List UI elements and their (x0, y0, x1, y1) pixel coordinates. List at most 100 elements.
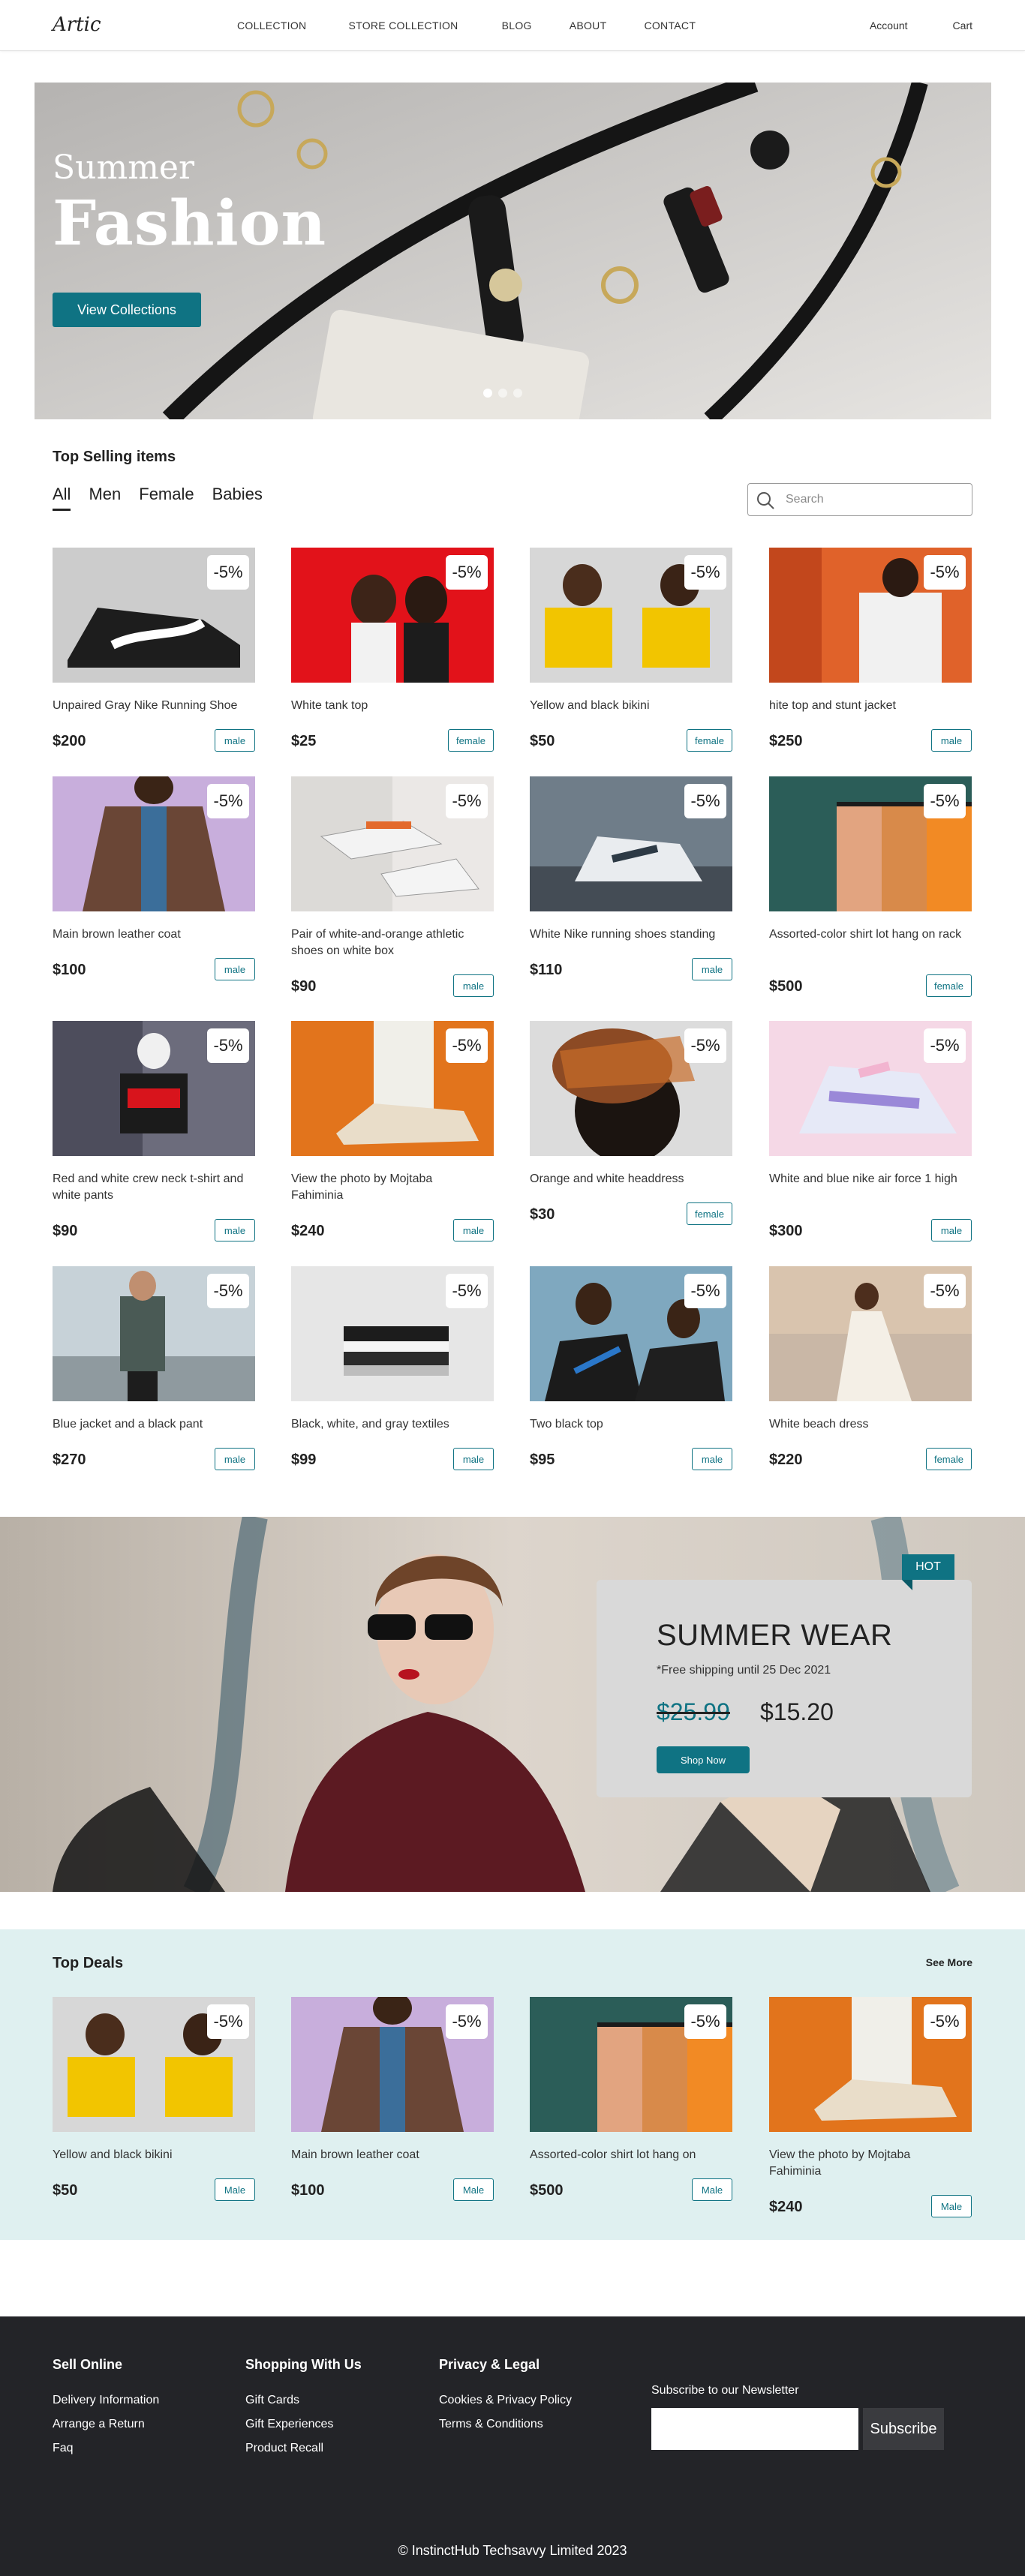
nav-link-about[interactable]: ABOUT (570, 20, 607, 32)
product-card[interactable]: -5% Yellow and black bikini $50 Male (53, 1997, 255, 2201)
product-card[interactable]: -5% Pair of white-and-orange athletic sho… (291, 776, 494, 997)
footer-link-gift-experiences[interactable]: Gift Experiences (245, 2418, 362, 2431)
gender-tag[interactable]: Male (692, 2178, 732, 2201)
product-card[interactable]: -5% Yellow and black bikini $50 female (530, 548, 732, 752)
product-image[interactable]: -5% (530, 1997, 732, 2132)
gender-tag[interactable]: Male (453, 2178, 494, 2201)
product-image[interactable]: -5% (53, 776, 255, 911)
product-name[interactable]: Yellow and black bikini (530, 698, 726, 714)
product-image[interactable]: -5% (53, 1266, 255, 1401)
product-image[interactable]: -5% (769, 1266, 972, 1401)
product-card[interactable]: -5% Main brown leather coat $100 male (53, 776, 255, 980)
product-image[interactable]: -5% (769, 776, 972, 911)
product-name[interactable]: Two black top (530, 1416, 726, 1433)
product-name[interactable]: Blue jacket and a black pant (53, 1416, 249, 1433)
product-card[interactable]: -5% White and blue nike air force 1 high $… (769, 1021, 972, 1241)
gender-tag[interactable]: male (215, 729, 255, 752)
product-image[interactable]: -5% (769, 1997, 972, 2132)
gender-tag[interactable]: male (931, 1219, 972, 1241)
nav-link-collection[interactable]: COLLECTION (237, 20, 306, 32)
tab-men[interactable]: Men (89, 485, 121, 511)
product-card[interactable]: -5% Assorted-color shirt lot hang on rack… (769, 776, 972, 997)
account-link[interactable]: Account (870, 20, 908, 32)
product-image[interactable]: -5% (53, 1997, 255, 2132)
product-image[interactable]: -5% (53, 1021, 255, 1156)
product-name[interactable]: Yellow and black bikini (53, 2147, 249, 2163)
footer-link-gift-cards[interactable]: Gift Cards (245, 2394, 362, 2407)
newsletter-email-field[interactable] (651, 2408, 858, 2450)
product-image[interactable]: -5% (530, 548, 732, 683)
product-card[interactable]: -5% Main brown leather coat $100 Male (291, 1997, 494, 2201)
gender-tag[interactable]: Male (215, 2178, 255, 2201)
product-name[interactable]: Unpaired Gray Nike Running Shoe (53, 698, 249, 714)
footer-link-faq[interactable]: Faq (53, 2442, 159, 2455)
gender-tag[interactable]: male (692, 958, 732, 980)
product-card[interactable]: -5% Assorted-color shirt lot hang on $500 M… (530, 1997, 732, 2201)
product-name[interactable]: Assorted-color shirt lot hang on rack (769, 926, 966, 943)
footer-link-cookies[interactable]: Cookies & Privacy Policy (439, 2394, 572, 2407)
product-name[interactable]: Assorted-color shirt lot hang on (530, 2147, 726, 2163)
product-name[interactable]: hite top and stunt jacket (769, 698, 966, 714)
carousel-dot-1[interactable] (483, 389, 492, 398)
product-name[interactable]: White and blue nike air force 1 high (769, 1171, 966, 1187)
gender-tag[interactable]: male (215, 1448, 255, 1470)
footer-link-product-recall[interactable]: Product Recall (245, 2442, 362, 2455)
gender-tag[interactable]: female (925, 974, 972, 997)
product-card[interactable]: -5% hite top and stunt jacket $250 male (769, 548, 972, 752)
product-card[interactable]: -5% White tank top $25 female (291, 548, 494, 752)
gender-tag[interactable]: male (453, 974, 494, 997)
product-image[interactable]: -5% (769, 548, 972, 683)
product-card[interactable]: -5% Two black top $95 male (530, 1266, 732, 1470)
gender-tag[interactable]: Male (931, 2195, 972, 2217)
product-card[interactable]: -5% Orange and white headdress $30 female (530, 1021, 732, 1225)
gender-tag[interactable]: male (453, 1448, 494, 1470)
gender-tag[interactable]: female (925, 1448, 972, 1470)
see-more-link[interactable]: See More (926, 1956, 972, 1968)
shop-now-button[interactable]: Shop Now (657, 1746, 750, 1773)
footer-link-return[interactable]: Arrange a Return (53, 2418, 159, 2431)
subscribe-button[interactable]: Subscribe (863, 2408, 944, 2450)
product-card[interactable]: -5% View the photo by Mojtaba Fahiminia $2… (291, 1021, 494, 1241)
product-image[interactable]: -5% (291, 776, 494, 911)
tab-female[interactable]: Female (139, 485, 194, 511)
product-name[interactable]: Main brown leather coat (291, 2147, 488, 2163)
product-card[interactable]: -5% Blue jacket and a black pant $270 male (53, 1266, 255, 1470)
logo[interactable]: Artic (53, 14, 101, 36)
gender-tag[interactable]: male (692, 1448, 732, 1470)
tab-babies[interactable]: Babies (212, 485, 263, 511)
product-card[interactable]: -5% White Nike running shoes standing $110… (530, 776, 732, 980)
product-name[interactable]: Main brown leather coat (53, 926, 249, 943)
gender-tag[interactable]: male (215, 958, 255, 980)
product-image[interactable]: -5% (291, 1266, 494, 1401)
search-input[interactable] (786, 490, 963, 509)
product-name[interactable]: View the photo by Mojtaba Fahiminia (769, 2147, 966, 2180)
search-icon[interactable] (756, 491, 775, 510)
product-name[interactable]: Black, white, and gray textiles (291, 1416, 488, 1433)
gender-tag[interactable]: male (453, 1219, 494, 1241)
gender-tag[interactable]: male (931, 729, 972, 752)
view-collections-button[interactable]: View Collections (53, 293, 201, 327)
product-image[interactable]: -5% (530, 1021, 732, 1156)
carousel-dot-2[interactable] (498, 389, 507, 398)
product-image[interactable]: -5% (291, 548, 494, 683)
product-name[interactable]: Orange and white headdress (530, 1171, 726, 1187)
gender-tag[interactable]: male (215, 1219, 255, 1241)
product-name[interactable]: White beach dress (769, 1416, 966, 1433)
product-card[interactable]: -5% View the photo by Mojtaba Fahiminia $2… (769, 1997, 972, 2217)
footer-link-terms[interactable]: Terms & Conditions (439, 2418, 572, 2431)
product-card[interactable]: -5% Red and white crew neck t-shirt and w… (53, 1021, 255, 1241)
product-card[interactable]: -5% Black, white, and gray textiles $99 mal… (291, 1266, 494, 1470)
product-card[interactable]: -5% Unpaired Gray Nike Running Shoe $200 ma… (53, 548, 255, 752)
footer-link-delivery[interactable]: Delivery Information (53, 2394, 159, 2407)
nav-link-contact[interactable]: CONTACT (644, 20, 696, 32)
gender-tag[interactable]: female (686, 729, 732, 752)
nav-link-blog[interactable]: BLOG (502, 20, 532, 32)
product-card[interactable]: -5% White beach dress $220 female (769, 1266, 972, 1470)
product-name[interactable]: Red and white crew neck t-shirt and whit… (53, 1171, 249, 1204)
tab-all[interactable]: All (53, 485, 71, 511)
product-image[interactable]: -5% (53, 548, 255, 683)
carousel-dot-3[interactable] (513, 389, 522, 398)
gender-tag[interactable]: female (686, 1202, 732, 1225)
cart-link[interactable]: Cart (953, 20, 972, 32)
product-image[interactable]: -5% (530, 776, 732, 911)
